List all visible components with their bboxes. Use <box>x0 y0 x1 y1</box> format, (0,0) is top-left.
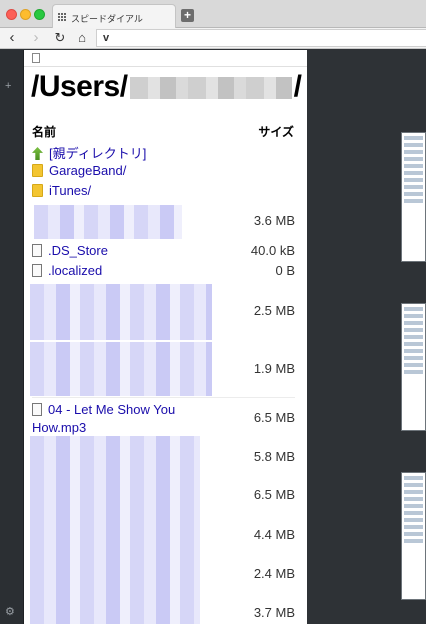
list-item: iTunes/ <box>32 183 295 198</box>
redacted-file-name[interactable] <box>30 342 212 396</box>
parent-directory-link[interactable]: [親ディレクトリ] <box>49 146 146 161</box>
home-icon[interactable]: ⌂ <box>74 30 90 46</box>
window-titlebar: スピードダイアル + <box>0 0 426 28</box>
file-icon <box>32 264 42 277</box>
file-size: 2.5 MB <box>253 303 295 318</box>
speed-dial-thumbnail[interactable] <box>401 303 426 431</box>
file-size: 0 B <box>275 263 295 278</box>
file-size: 5.8 MB <box>253 449 295 464</box>
redacted-file-name[interactable] <box>30 284 212 340</box>
file-size: 1.9 MB <box>253 361 295 376</box>
column-header-size[interactable]: サイズ <box>258 123 294 140</box>
title-path-suffix: / <box>293 70 302 103</box>
list-item: 04 - Let Me Show You How.mp3 6.5 MB <box>32 401 295 437</box>
file-link[interactable]: 04 - Let Me Show You How.mp3 <box>32 402 175 435</box>
add-panel-icon[interactable]: + <box>5 80 11 92</box>
file-link[interactable]: .DS_Store <box>48 243 108 258</box>
list-item: .DS_Store 40.0 kB <box>32 243 295 258</box>
file-size: 40.0 kB <box>250 243 295 258</box>
folder-link[interactable]: iTunes/ <box>49 183 91 198</box>
file-size: 6.5 MB <box>253 487 295 502</box>
new-tab-button[interactable]: + <box>181 9 194 22</box>
folder-link[interactable]: GarageBand/ <box>49 163 126 178</box>
redacted-file-name[interactable] <box>34 205 182 239</box>
title-path-prefix: /Users/ <box>31 70 128 103</box>
row-divider <box>32 397 295 398</box>
file-icon <box>32 403 42 416</box>
minimize-window-button[interactable] <box>20 9 31 20</box>
close-window-button[interactable] <box>6 9 17 20</box>
list-item: .localized 0 B <box>32 263 295 278</box>
tab-title: スピードダイアル <box>71 15 143 25</box>
list-item: GarageBand/ <box>32 163 295 178</box>
side-panel: + ⚙ <box>0 50 24 624</box>
file-link[interactable]: .localized <box>48 263 102 278</box>
folder-icon <box>32 164 43 177</box>
reload-icon[interactable]: ↻ <box>52 30 68 46</box>
speed-dial-thumbnail[interactable] <box>401 132 426 262</box>
page-title: /Users/ / <box>31 70 302 104</box>
file-name-line-1: 04 - Let Me Show You <box>48 402 176 417</box>
file-icon <box>32 244 42 257</box>
file-size: 3.6 MB <box>253 213 295 228</box>
redacted-username <box>129 77 292 100</box>
settings-gear-icon[interactable]: ⚙ <box>5 605 15 618</box>
speed-dial-icon <box>58 13 66 21</box>
page-icon <box>32 53 40 63</box>
address-field[interactable]: v <box>96 29 426 47</box>
file-size: 4.4 MB <box>253 527 295 542</box>
file-size: 2.4 MB <box>253 566 295 581</box>
file-size: 3.7 MB <box>253 605 295 620</box>
tab-speed-dial[interactable]: スピードダイアル <box>52 4 176 28</box>
directory-listing-page: /Users/ / 名前 サイズ [親ディレクトリ] GarageBand/ iT… <box>24 50 307 624</box>
forward-icon[interactable]: › <box>28 30 44 46</box>
file-name-line-2: How.mp3 <box>32 420 87 435</box>
speed-dial-thumbnail[interactable] <box>401 472 426 600</box>
redacted-file-name[interactable] <box>30 436 200 624</box>
navigation-bar: ‹ › ↻ ⌂ v <box>0 28 426 49</box>
column-header-name[interactable]: 名前 <box>32 123 56 140</box>
list-item: [親ディレクトリ] <box>32 143 295 162</box>
file-size: 6.5 MB <box>253 410 295 425</box>
parent-directory-icon <box>32 147 43 160</box>
maximize-window-button[interactable] <box>34 9 45 20</box>
folder-icon <box>32 184 43 197</box>
back-icon[interactable]: ‹ <box>4 30 20 46</box>
page-header-strip <box>24 50 307 67</box>
